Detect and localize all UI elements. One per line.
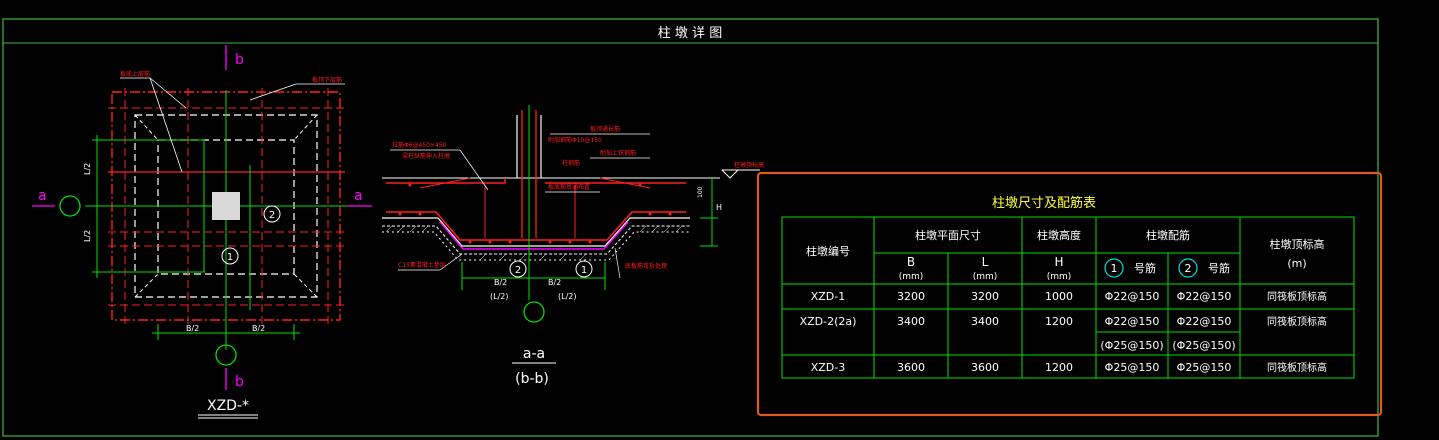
plan-corner-line xyxy=(134,273,159,298)
table-title: 柱墩尺寸及配筋表 xyxy=(992,195,1096,211)
header-rebar1-num: 1 xyxy=(1111,262,1118,275)
cell-l: 3200 xyxy=(971,290,999,303)
section-waterproof xyxy=(439,221,629,250)
header-m: (m) xyxy=(1287,257,1306,270)
section-rebar-top xyxy=(386,178,506,184)
rebar-table: 柱墩尺寸及配筋表 柱墩编号 柱墩平面尺寸 柱墩高度 柱墩配筋 柱墩顶标高 (m)… xyxy=(756,171,1383,417)
plan-section-b-bottom: b xyxy=(235,374,244,390)
header-h-unit: (mm) xyxy=(1047,272,1072,282)
cell-elev: 同筏板顶标高 xyxy=(1267,290,1327,303)
header-id: 柱墩编号 xyxy=(806,244,850,258)
section-note-6: C15素混凝土垫层 xyxy=(398,261,446,269)
section-title-bottom: (b-b) xyxy=(515,371,549,387)
header-h: H xyxy=(1054,255,1063,269)
cell-b: 3200 xyxy=(897,290,925,303)
section-mark-2: 2 xyxy=(515,265,521,276)
plan-column xyxy=(212,192,240,220)
plan-dim-b2-right: B/2 xyxy=(252,324,265,333)
frame-title: 柱 墩 详 图 xyxy=(658,26,722,41)
section-view: B/2 B/2 (L/2) (L/2) H 100 柱墩顶标高 2 1 板顶通长… xyxy=(382,105,764,387)
section-title-top: a-a xyxy=(523,346,545,362)
plan-dim-l2-lower: L/2 xyxy=(83,230,92,242)
header-rebar: 柱墩配筋 xyxy=(1146,228,1190,242)
cell-h: 1200 xyxy=(1045,361,1073,374)
cell-rebar2: Φ22@150 xyxy=(1177,290,1232,303)
section-note-2: 附加钢筋Φ10@150 xyxy=(548,136,602,144)
plan-view: L/2 L/2 B/2 B/2 1 2 板底上层筋 板顶下层筋 a a b b … xyxy=(32,45,372,419)
section-dim-b2-left: B/2 xyxy=(494,278,507,287)
section-elev-symbol xyxy=(721,169,740,179)
plan-mark-2: 2 xyxy=(269,210,275,221)
plan-section-a-left: a xyxy=(38,188,47,204)
section-leader xyxy=(459,149,489,191)
cell-rebar2: (Φ25@150) xyxy=(1172,339,1235,352)
plan-mark-1: 1 xyxy=(227,252,233,263)
header-l-unit: (mm) xyxy=(973,272,998,282)
cell-id: XZD-3 xyxy=(811,361,846,374)
cell-rebar2: Φ22@150 xyxy=(1177,315,1232,328)
section-note-5: 附加上铁钢筋 xyxy=(600,149,636,157)
plan-note-top-right: 板顶下层筋 xyxy=(312,76,342,84)
section-note-1: 板顶通长筋 xyxy=(590,125,620,133)
header-b-unit: (mm) xyxy=(899,272,924,282)
cell-rebar1: (Φ25@150) xyxy=(1100,339,1163,352)
cell-rebar2: Φ25@150 xyxy=(1177,361,1232,374)
header-rebar2-label: 号筋 xyxy=(1208,261,1230,275)
cell-rebar1: Φ22@150 xyxy=(1105,315,1160,328)
plan-dim-b2-left: B/2 xyxy=(186,324,199,333)
cell-l: 3400 xyxy=(971,315,999,328)
cell-h: 1000 xyxy=(1045,290,1073,303)
table-row: XZD-2(2a) 3400 3400 1200 Φ22@150 Φ22@150… xyxy=(800,315,1327,328)
cell-b: 3600 xyxy=(897,361,925,374)
cell-b: 3400 xyxy=(897,315,925,328)
plan-section-b-top: b xyxy=(235,52,244,68)
section-axis-bubble xyxy=(523,301,545,323)
cell-rebar1: Φ25@150 xyxy=(1105,361,1160,374)
cell-h: 1200 xyxy=(1045,315,1073,328)
cell-rebar1: Φ22@150 xyxy=(1105,290,1160,303)
section-note-4: 柱钢筋 xyxy=(562,159,580,167)
section-mark-1: 1 xyxy=(581,265,587,276)
header-rebar2-num: 2 xyxy=(1185,262,1192,275)
plan-title: XZD-* xyxy=(207,398,249,414)
header-l: L xyxy=(982,255,989,269)
header-plan-size: 柱墩平面尺寸 xyxy=(915,228,981,242)
plan-note-top: 板底上层筋 xyxy=(120,70,150,78)
plan-dim-l2-upper: L/2 xyxy=(83,163,92,175)
section-dim-l2-right: (L/2) xyxy=(558,292,576,301)
cell-elev: 同筏板顶标高 xyxy=(1267,315,1327,328)
table-row: XZD-3 3600 3600 1200 Φ25@150 Φ25@150 同筏板… xyxy=(811,361,1327,374)
section-dim-l2-left: (L/2) xyxy=(490,292,508,301)
header-top-elev: 柱墩顶标高 xyxy=(1270,237,1325,251)
plan-section-a-right: a xyxy=(354,188,363,204)
section-hatch xyxy=(385,225,683,261)
cell-elev: 同筏板顶标高 xyxy=(1267,361,1327,374)
cell-id: XZD-2(2a) xyxy=(800,315,857,328)
plan-corner-line xyxy=(134,114,159,141)
section-note-10: 拉筋Φ6@450×450 xyxy=(392,141,447,149)
header-b: B xyxy=(907,255,915,269)
header-rebar1-label: 号筋 xyxy=(1134,261,1156,275)
plan-corner-line xyxy=(293,273,318,298)
section-note-8: 底板筋弯折处理 xyxy=(625,262,667,270)
cell-id: XZD-1 xyxy=(811,290,846,303)
table-row: XZD-1 3200 3200 1000 Φ22@150 Φ22@150 同筏板… xyxy=(811,290,1327,303)
section-dim-h: H xyxy=(716,203,722,212)
cell-l: 3600 xyxy=(971,361,999,374)
section-note-3: 梁柱纵筋伸入柱墩 xyxy=(402,152,450,160)
section-leader xyxy=(614,247,621,279)
section-note-9: 柱墩顶标高 xyxy=(734,161,764,169)
outer-frame xyxy=(2,18,1379,437)
section-dim-b2-right: B/2 xyxy=(548,278,561,287)
header-height: 柱墩高度 xyxy=(1037,228,1081,242)
cad-drawing: 柱 墩 详 图 L/2 L/2 B/2 B/2 1 2 板底上层筋 板顶下层筋 … xyxy=(2,18,1383,437)
section-note-7: 板底筋贯通布置 xyxy=(548,183,590,191)
plan-axis-bubble-left xyxy=(59,195,81,217)
plan-corner-line xyxy=(293,114,318,141)
section-dim-100: 100 xyxy=(697,186,704,198)
